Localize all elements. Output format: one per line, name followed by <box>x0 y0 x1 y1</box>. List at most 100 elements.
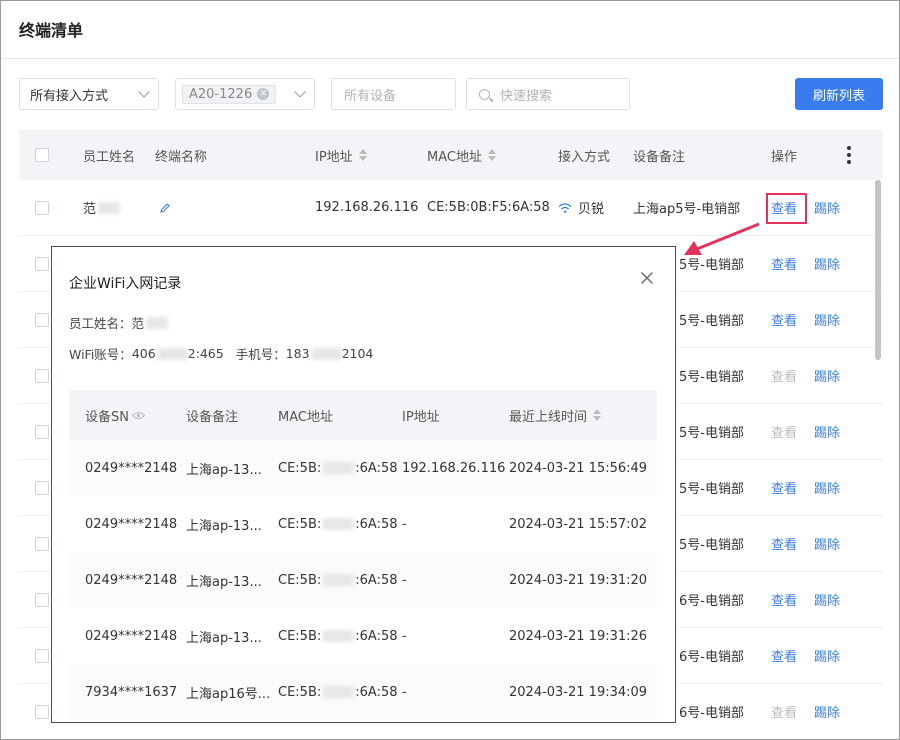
search-icon <box>479 88 490 100</box>
chevron-down-icon <box>294 86 306 98</box>
device-note: 6号-电销部 <box>679 706 744 721</box>
device-note: 上海ap-13... <box>186 462 262 478</box>
redacted-mask <box>146 316 169 329</box>
chevron-down-icon <box>138 86 150 98</box>
table-row: 范 192.168.26.116 CE:5B:0B:F5:6A:58 贝锐 上海… <box>19 180 883 236</box>
col-last-online[interactable]: 最近上线时间 <box>509 390 602 440</box>
redacted-mask <box>323 462 354 474</box>
row-checkbox[interactable] <box>35 292 49 347</box>
device-note: 上海ap16号... <box>186 686 271 702</box>
sort-icon <box>593 409 602 421</box>
view-button[interactable]: 查看 <box>771 404 797 459</box>
view-button[interactable]: 查看 <box>771 516 797 571</box>
device-sn: 0249****2148 <box>85 628 178 644</box>
row-checkbox[interactable] <box>35 628 49 683</box>
row-checkbox[interactable] <box>35 236 49 291</box>
search-placeholder: 快速搜索 <box>500 88 553 104</box>
col-dip: IP地址 <box>402 409 440 425</box>
mac-address: CE:5B::6A:58 <box>278 628 398 644</box>
col-dnote: 设备备注 <box>186 409 239 425</box>
ip-address: - <box>402 516 407 532</box>
table-scrollbar[interactable] <box>875 180 881 360</box>
ip-address: - <box>402 684 407 700</box>
device-note: 5号-电销部 <box>679 370 744 385</box>
view-button[interactable]: 查看 <box>771 684 797 739</box>
tag-select[interactable]: A20-1226 ✕ <box>175 78 315 110</box>
row-checkbox[interactable] <box>35 516 49 571</box>
col-access: 接入方式 <box>558 149 611 165</box>
col-mac[interactable]: MAC地址 <box>427 130 496 180</box>
more-options-icon[interactable] <box>847 130 851 180</box>
kick-button[interactable]: 踢除 <box>814 516 840 571</box>
ip-address: 192.168.26.116 <box>315 200 419 215</box>
col-terminal: 终端名称 <box>155 149 208 165</box>
kick-button[interactable]: 踢除 <box>814 684 840 739</box>
device-note: 上海ap5号-电销部 <box>633 202 741 217</box>
device-note: 上海ap-13... <box>186 574 262 590</box>
kick-button[interactable]: 踢除 <box>814 404 840 459</box>
device-sn: 7934****1637 <box>85 684 178 700</box>
edit-icon[interactable] <box>159 180 171 235</box>
device-note: 6号-电销部 <box>679 650 744 665</box>
col-ip[interactable]: IP地址 <box>315 130 367 180</box>
sort-icon <box>358 149 367 161</box>
view-button[interactable]: 查看 <box>771 460 797 515</box>
view-button[interactable]: 查看 <box>771 292 797 347</box>
row-checkbox[interactable] <box>35 572 49 627</box>
dialog-table-row: 0249****2148 上海ap-13... CE:5B::6A:58- 2024-… <box>69 608 657 664</box>
kick-button[interactable]: 踢除 <box>814 348 840 403</box>
account-info: WiFi账号： 406 2:465 手机号： 183 2104 <box>69 346 374 362</box>
device-filter-input[interactable]: 所有设备 <box>331 78 456 110</box>
col-action: 操作 <box>771 149 798 165</box>
device-note: 5号-电销部 <box>679 482 744 497</box>
dialog-table-row: 0249****2148 上海ap-13... CE:5B::6A:58 192.16… <box>69 440 657 496</box>
col-dmac: MAC地址 <box>278 409 333 425</box>
employee-info: 员工姓名：范 <box>69 313 169 332</box>
table-header: 员工姓名 终端名称 IP地址 MAC地址 接入方式 设备备注 操作 <box>19 130 883 180</box>
view-button[interactable]: 查看 <box>771 572 797 627</box>
access-method-select[interactable]: 所有接入方式 <box>19 78 159 110</box>
last-online-time: 2024-03-21 19:31:26 <box>509 628 648 644</box>
kick-button[interactable]: 踢除 <box>814 628 840 683</box>
wifi-icon <box>558 202 572 213</box>
ip-address: 192.168.26.116 <box>402 460 506 476</box>
kick-button[interactable]: 踢除 <box>814 572 840 627</box>
refresh-list-button[interactable]: 刷新列表 <box>795 78 883 110</box>
col-employee: 员工姓名 <box>83 149 136 165</box>
kick-button[interactable]: 踢除 <box>814 236 840 291</box>
search-input[interactable]: 快速搜索 <box>466 78 630 110</box>
select-all-checkbox[interactable] <box>35 130 49 180</box>
device-sn: 0249****2148 <box>85 516 178 532</box>
tag-close-icon[interactable]: ✕ <box>257 88 270 100</box>
device-sn: 0249****2148 <box>85 460 178 476</box>
row-checkbox[interactable] <box>35 180 49 235</box>
dialog-table-row: 7934****1637 上海ap16号... CE:5B::6A:58- 2024-… <box>69 664 657 720</box>
mac-address: CE:5B:0B:F5:6A:58 <box>427 200 550 215</box>
mac-address: CE:5B::6A:58 <box>278 516 398 532</box>
row-checkbox[interactable] <box>35 404 49 459</box>
row-checkbox[interactable] <box>35 348 49 403</box>
device-note: 5号-电销部 <box>679 258 744 273</box>
redacted-mask <box>323 630 354 642</box>
kick-button[interactable]: 踢除 <box>814 180 840 235</box>
close-icon[interactable] <box>638 269 656 287</box>
view-button[interactable]: 查看 <box>771 628 797 683</box>
view-button[interactable]: 查看 <box>771 236 797 291</box>
device-note: 5号-电销部 <box>679 538 744 553</box>
redacted-mask <box>98 201 121 214</box>
app-window: 终端清单 所有接入方式 A20-1226 ✕ 所有设备 快速搜索 刷新列表 员工… <box>0 0 900 740</box>
device-note: 上海ap-13... <box>186 518 262 534</box>
access-method: 贝锐 <box>558 180 604 235</box>
employee-name: 范 <box>83 180 121 235</box>
view-button[interactable]: 查看 <box>771 348 797 403</box>
kick-button[interactable]: 踢除 <box>814 292 840 347</box>
kick-button[interactable]: 踢除 <box>814 460 840 515</box>
row-checkbox[interactable] <box>35 460 49 515</box>
ip-address: - <box>402 628 407 644</box>
redacted-mask <box>311 347 342 360</box>
row-checkbox[interactable] <box>35 684 49 739</box>
redacted-mask <box>323 686 354 698</box>
device-note: 5号-电销部 <box>679 426 744 441</box>
device-sn: 0249****2148 <box>85 572 178 588</box>
col-note: 设备备注 <box>633 149 686 165</box>
